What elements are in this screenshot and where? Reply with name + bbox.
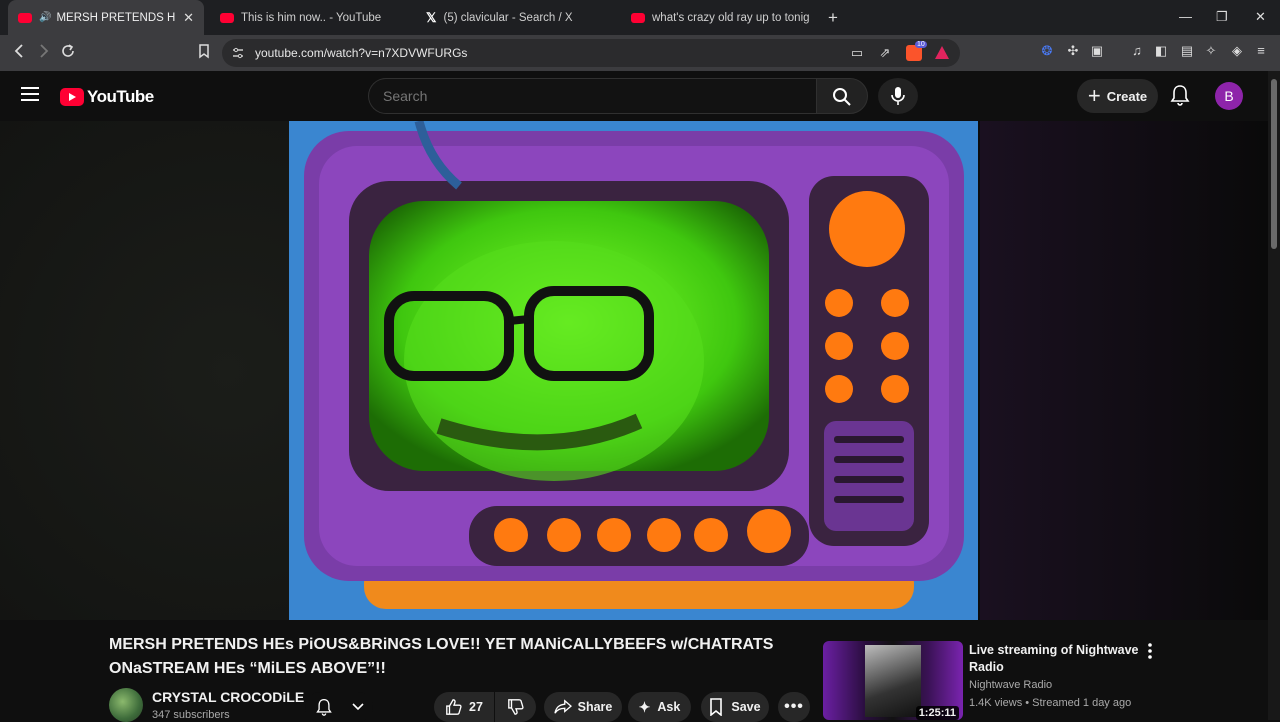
tab-title: what's crazy old ray up to tonight? (o — [652, 11, 809, 24]
reload-icon[interactable] — [60, 43, 76, 59]
recommended-channel[interactable]: Nightwave Radio — [969, 679, 1052, 691]
leo-ai-icon[interactable]: ✧ — [1204, 44, 1218, 58]
chevron-down-icon — [351, 703, 364, 711]
thumbs-up-icon — [446, 699, 462, 715]
screenshot-icon[interactable]: ▣ — [1090, 44, 1104, 58]
browser-toolbar: youtube.com/watch?v=n7XDVWFURGs ▭ ⇗ 10 ❂… — [0, 35, 1280, 71]
back-icon[interactable] — [12, 43, 26, 59]
tab-title: MERSH PRETENDS HEs PiOUS — [56, 11, 176, 24]
microphone-icon — [891, 87, 905, 105]
wallet-icon[interactable]: ▤ — [1180, 44, 1194, 58]
close-window-icon[interactable]: ✕ — [1255, 9, 1266, 25]
share-page-icon[interactable]: ⇗ — [878, 46, 892, 60]
extensions-puzzle-icon[interactable]: ✣ — [1066, 44, 1080, 58]
save-label: Save — [731, 700, 761, 714]
channel-name[interactable]: CRYSTAL CROCODiLE — [152, 689, 304, 705]
create-label: Create — [1106, 88, 1148, 104]
tab-2[interactable]: 𝕏 (5) clavicular - Search / X — [416, 0, 621, 35]
create-button[interactable]: + Create — [1077, 79, 1158, 113]
recommended-thumbnail[interactable]: 1:25:11 — [823, 641, 963, 720]
subscriber-count: 347 subscribers — [152, 709, 230, 721]
video-player[interactable] — [0, 121, 1268, 620]
youtube-favicon — [220, 12, 234, 23]
brave-rewards-icon[interactable] — [935, 46, 949, 59]
ask-label: Ask — [657, 700, 681, 714]
url-text: youtube.com/watch?v=n7XDVWFURGs — [255, 46, 468, 60]
video-title: MERSH PRETENDS HEs PiOUS&BRiNGS LOVE!! Y… — [109, 636, 774, 677]
video-frame[interactable] — [289, 121, 978, 620]
restore-icon[interactable]: ❐ — [1216, 9, 1228, 25]
share-icon — [553, 699, 572, 714]
thumbs-down-icon — [507, 699, 524, 715]
browser-tab-bar: 🔊 MERSH PRETENDS HEs PiOUS ✕ This is him… — [0, 0, 1280, 35]
channel-avatar[interactable] — [109, 688, 143, 722]
youtube-logo[interactable]: YouTube — [60, 87, 154, 107]
youtube-header: YouTube + Create B — [0, 71, 1280, 121]
site-settings-icon[interactable] — [232, 47, 244, 59]
video-duration: 1:25:11 — [915, 706, 959, 720]
tab-1[interactable]: This is him now.. - YouTube — [210, 0, 410, 35]
recommended-meta: 1.4K views • Streamed 1 day ago — [969, 697, 1132, 709]
youtube-favicon — [631, 12, 645, 23]
subscription-notifications-button[interactable] — [305, 692, 373, 722]
more-vertical-icon[interactable] — [1146, 642, 1154, 660]
menu-icon[interactable]: ≡ — [1254, 44, 1268, 58]
music-icon[interactable]: ♫ — [1130, 44, 1144, 58]
search-icon — [833, 88, 851, 106]
like-count: 27 — [469, 700, 483, 714]
dislike-button[interactable] — [495, 692, 536, 722]
share-button[interactable]: Share — [544, 692, 622, 722]
account-avatar[interactable]: B — [1215, 82, 1243, 110]
search-input[interactable] — [383, 88, 803, 104]
youtube-favicon — [18, 12, 32, 23]
hamburger-menu-icon[interactable] — [21, 87, 39, 105]
tab-0[interactable]: 🔊 MERSH PRETENDS HEs PiOUS ✕ — [8, 0, 204, 35]
shields-badge: 10 — [915, 41, 927, 48]
sparkle-icon: ✦ — [638, 698, 651, 715]
save-bookmark-icon — [710, 698, 723, 716]
bell-icon — [315, 698, 332, 716]
more-actions-button[interactable]: ••• — [778, 692, 810, 722]
forward-icon[interactable] — [37, 43, 51, 59]
bookmark-icon[interactable] — [197, 43, 211, 59]
logo-text: YouTube — [87, 87, 154, 106]
player-ambient-glow — [980, 121, 1268, 620]
youtube-play-icon — [60, 88, 84, 106]
speaker-icon: 🔊 — [39, 12, 52, 23]
new-tab-button[interactable]: + — [828, 8, 838, 28]
video-info-section: MERSH PRETENDS HEs PiOUS&BRiNGS LOVE!! Y… — [0, 620, 1268, 722]
tab-3[interactable]: what's crazy old ray up to tonight? (o — [621, 0, 819, 35]
cast-icon[interactable]: ▭ — [850, 46, 864, 60]
plus-icon: + — [1087, 83, 1101, 108]
x-favicon: 𝕏 — [426, 9, 437, 25]
ask-button[interactable]: ✦ Ask — [628, 692, 691, 722]
more-horizontal-icon: ••• — [784, 698, 804, 715]
extension-icon[interactable]: ❂ — [1040, 44, 1054, 58]
sidebar-icon[interactable]: ◧ — [1154, 44, 1168, 58]
search-box — [368, 78, 816, 114]
save-button[interactable]: Save — [701, 692, 769, 722]
thumbnail-image — [865, 645, 921, 717]
tab-title: This is him now.. - YouTube — [241, 11, 382, 24]
brave-shields-icon[interactable]: 10 — [906, 41, 927, 61]
recommended-title[interactable]: Live streaming of Nightwave Radio — [969, 642, 1139, 676]
address-bar[interactable]: youtube.com/watch?v=n7XDVWFURGs ▭ ⇗ 10 — [222, 39, 960, 67]
share-label: Share — [577, 700, 613, 714]
notifications-bell-icon[interactable] — [1169, 84, 1191, 106]
search-button[interactable] — [816, 78, 868, 114]
tab-title: (5) clavicular - Search / X — [443, 11, 573, 24]
close-icon[interactable]: ✕ — [183, 10, 194, 26]
video-thumbnail-image — [289, 121, 978, 620]
voice-search-button[interactable] — [878, 78, 918, 114]
page-scrollbar[interactable] — [1268, 71, 1280, 720]
minimize-icon[interactable]: — — [1179, 9, 1192, 24]
vpn-icon[interactable]: ◈ — [1230, 44, 1244, 58]
scrollbar-thumb[interactable] — [1271, 79, 1277, 249]
like-button[interactable]: 27 — [434, 692, 494, 722]
